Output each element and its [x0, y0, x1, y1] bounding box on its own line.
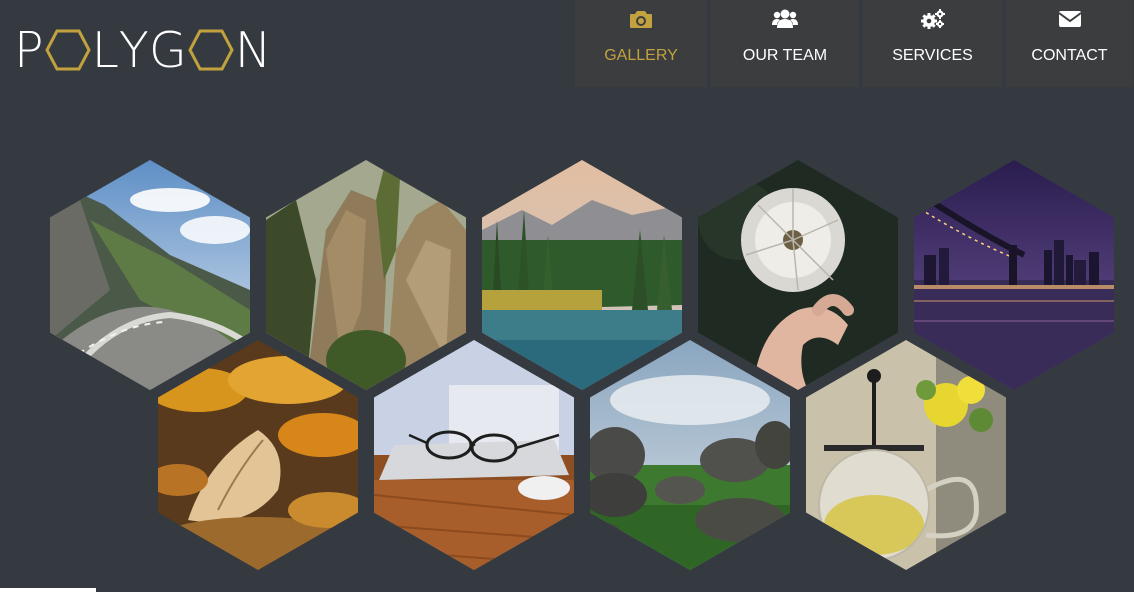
gears-icon [920, 8, 946, 30]
logo-letter-y: Y [118, 21, 149, 79]
nav-label-our-team: OUR TEAM [742, 47, 828, 64]
gallery-tile-night-bridge[interactable] [914, 160, 1114, 390]
bottom-indicator-bar [0, 588, 96, 592]
nav-item-contact[interactable]: CONTACT [1006, 0, 1133, 87]
logo-hexagon-icon [44, 29, 91, 71]
gallery-tile-tea-pot[interactable] [806, 340, 1006, 570]
gallery-tile-glasses-laptop[interactable] [374, 340, 574, 570]
logo-hexagon-icon [188, 29, 234, 71]
gallery-tile-dandelion[interactable] [698, 160, 898, 390]
hexagon-gallery [0, 0, 1134, 592]
gallery-tile-sandstone-rocks[interactable] [266, 160, 466, 390]
nav-item-our-team[interactable]: OUR TEAM [711, 0, 859, 87]
brand-logo[interactable]: P L Y G N [14, 24, 271, 76]
logo-letter-p: P [14, 21, 44, 79]
logo-letter-n: N [234, 21, 272, 79]
gallery-tile-mountain-lake[interactable] [482, 160, 682, 390]
gallery-tile-autumn-leaves[interactable] [158, 340, 358, 570]
nav-item-services[interactable]: SERVICES [863, 0, 1002, 87]
gallery-tile-stones-grass[interactable] [590, 340, 790, 570]
nav-label-gallery: GALLERY [604, 47, 678, 64]
nav-label-contact: CONTACT [1031, 47, 1108, 64]
nav-item-gallery[interactable]: GALLERY [575, 0, 707, 87]
logo-letter-g: G [148, 21, 187, 79]
main-nav: GALLERY OUR TEAM SERVICES CONTACT [575, 0, 1133, 87]
nav-label-services: SERVICES [892, 47, 973, 64]
camera-icon [629, 8, 653, 30]
envelope-icon [1057, 8, 1082, 30]
gallery-tile-mountain-road[interactable] [50, 160, 250, 390]
users-icon [772, 8, 798, 30]
logo-letter-l: L [91, 21, 119, 79]
